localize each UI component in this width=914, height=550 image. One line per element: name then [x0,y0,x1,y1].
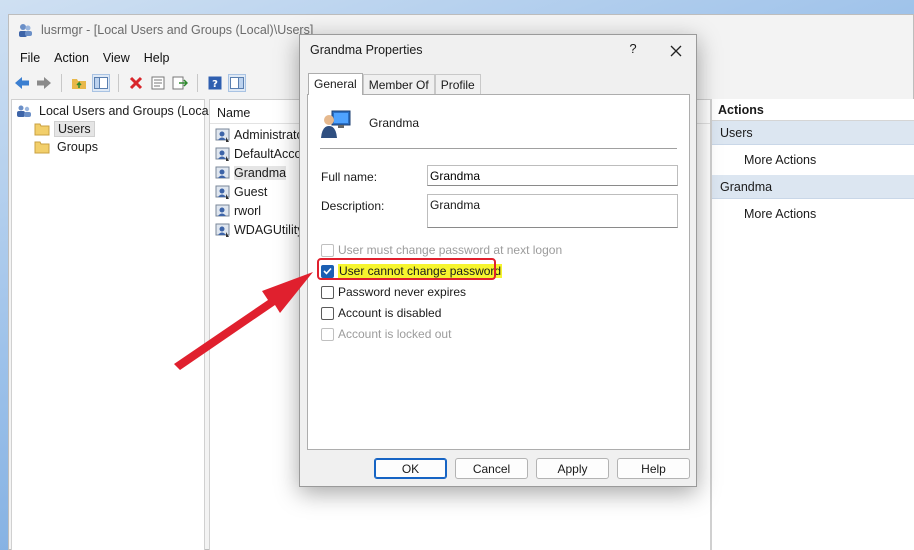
list-item-name: Administrator [234,128,308,142]
user-icon [215,128,230,142]
list-item-name: Grandma [234,166,287,180]
menu-file[interactable]: File [13,51,47,65]
dialog-title: Grandma Properties [310,43,423,57]
tree-root-label: Local Users and Groups (Local) [39,104,216,118]
dialog-tabs: General Member Of Profile [308,73,481,95]
checkbox-box[interactable] [321,243,334,257]
tree-item-users[interactable]: Users [34,120,95,138]
description-field[interactable]: Grandma [427,194,678,228]
toolbar-separator [118,74,119,92]
toolbar-separator [197,74,198,92]
actions-pane: Actions Users More Actions Grandma More … [711,99,914,550]
back-arrow-icon[interactable] [13,74,31,92]
menu-view[interactable]: View [96,51,137,65]
actions-group-users[interactable]: Users [712,121,914,145]
tree-item-users-label: Users [54,121,95,137]
cancel-button[interactable]: Cancel [455,458,528,479]
dialog-help-button[interactable]: ? [624,41,642,56]
user-monitor-icon [321,110,351,138]
properties-icon[interactable] [149,74,167,92]
ok-button[interactable]: OK [374,458,447,479]
menu-help[interactable]: Help [137,51,177,65]
user-icon [215,166,230,179]
checkbox-label: Account is locked out [338,327,452,341]
checkbox-box[interactable] [321,327,334,341]
show-action-pane-icon[interactable] [228,74,246,92]
tree-root[interactable]: Local Users and Groups (Local) [16,102,218,120]
user-icon [215,223,230,237]
full-name-field[interactable] [427,165,678,186]
checkbox-box[interactable] [321,306,334,320]
help-button[interactable]: Help [617,458,690,479]
list-item[interactable]: DefaultAcco... [215,145,312,163]
tab-general[interactable]: General [308,73,363,95]
close-icon[interactable] [666,41,686,61]
checkbox-label: User must change password at next logon [338,243,563,257]
console-tree: Local Users and Groups (Local) Users Gro… [11,99,215,550]
checkbox-label: Password never expires [338,285,467,299]
list-item[interactable]: Guest [215,183,267,201]
svg-text:?: ? [212,79,218,90]
tree-item-groups-label: Groups [57,140,98,154]
user-icon [215,147,230,161]
general-tab-panel: Grandma Full name: Description: Grandma … [307,94,690,450]
more-actions-grandma[interactable]: More Actions [712,199,914,229]
help-icon[interactable]: ? [206,74,224,92]
export-list-icon[interactable] [171,74,189,92]
checkbox-account-disabled[interactable]: Account is disabled [321,306,441,320]
list-item-name: WDAGUtility [234,223,304,237]
list-item[interactable]: Administrator [215,126,308,144]
forward-arrow-icon[interactable] [35,74,53,92]
window-title: lusrmgr - [Local Users and Groups (Local… [41,23,314,37]
full-name-label: Full name: [321,170,378,184]
folder-icon [34,141,50,154]
user-heading: Grandma [369,116,420,130]
checkbox-label: Account is disabled [338,306,442,320]
divider [320,148,677,149]
tab-member-of[interactable]: Member Of [362,74,435,95]
checkbox-box[interactable] [321,285,334,299]
delete-icon[interactable] [127,74,145,92]
list-item-name: rworl [234,204,262,218]
highlight-box [317,258,496,280]
users-app-icon [19,24,32,37]
checkbox-password-never-expires[interactable]: Password never expires [321,285,466,299]
description-label: Description: [321,199,385,213]
properties-dialog: Grandma Properties ? General Member Of P… [299,34,697,487]
checkbox-account-locked-out[interactable]: Account is locked out [321,327,451,341]
user-icon [215,185,230,199]
actions-group-grandma[interactable]: Grandma [712,175,914,199]
user-icon [215,204,230,217]
list-item[interactable]: WDAGUtility [215,221,303,239]
tree-item-groups[interactable]: Groups [34,138,101,156]
tab-profile[interactable]: Profile [434,74,481,95]
actions-header: Actions [712,99,914,121]
list-item[interactable]: rworl [215,202,261,220]
apply-button[interactable]: Apply [536,458,609,479]
show-hide-tree-icon[interactable] [92,74,110,92]
checkbox-must-change-password[interactable]: User must change password at next logon [321,243,562,257]
up-folder-icon[interactable] [70,74,88,92]
more-actions-users[interactable]: More Actions [712,145,914,175]
users-groups-icon [17,105,31,117]
menu-action[interactable]: Action [47,51,96,65]
list-item[interactable]: Grandma [215,164,287,182]
folder-icon [34,123,50,136]
toolbar-separator [61,74,62,92]
list-item-name: Guest [234,185,268,199]
